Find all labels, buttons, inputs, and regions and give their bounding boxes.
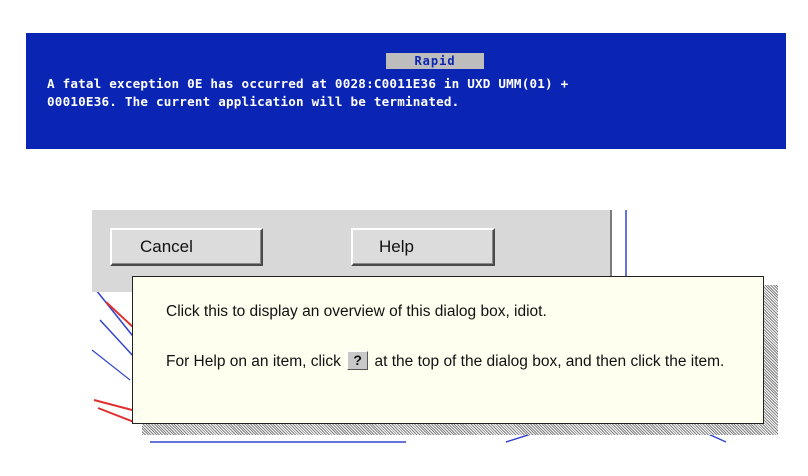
tooltip-line2: For Help on an item, click ? at the top …	[166, 351, 746, 372]
cancel-button[interactable]: Cancel	[110, 228, 263, 266]
dialog-fragment: Cancel Help Click this to display an ove…	[0, 0, 808, 476]
help-button[interactable]: Help	[351, 228, 495, 266]
tooltip-line1: Click this to display an overview of thi…	[166, 303, 547, 320]
tooltip-line2-before: For Help on an item, click	[166, 353, 341, 370]
help-question-icon: ?	[347, 351, 369, 370]
tooltip-line2-after: at the top of the dialog box, and then c…	[374, 353, 725, 370]
help-tooltip: Click this to display an overview of thi…	[132, 276, 764, 424]
cancel-button-label: Cancel	[140, 237, 193, 256]
help-button-label: Help	[379, 237, 414, 256]
